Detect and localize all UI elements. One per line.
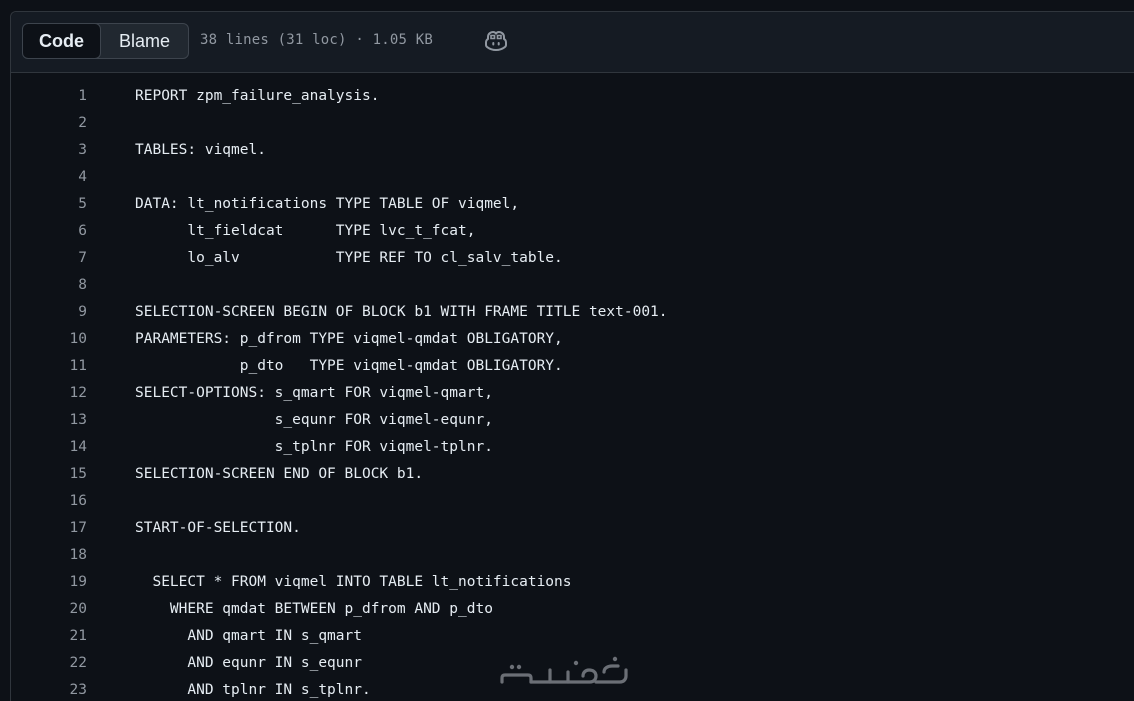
code-line: 16	[11, 488, 1134, 515]
line-number[interactable]: 15	[11, 461, 87, 488]
code-line: 2	[11, 110, 1134, 137]
code-line: 9 SELECTION-SCREEN BEGIN OF BLOCK b1 WITH…	[11, 299, 1134, 326]
line-number[interactable]: 1	[11, 83, 87, 110]
code-line: 7 lo_alv TYPE REF TO cl_salv_table.	[11, 245, 1134, 272]
code-line: 4	[11, 164, 1134, 191]
code-text: REPORT zpm_failure_analysis.	[135, 88, 380, 104]
line-number[interactable]: 6	[11, 218, 87, 245]
code-line: 1 REPORT zpm_failure_analysis.	[11, 83, 1134, 110]
view-mode-toggle: Code Blame	[22, 23, 189, 59]
code-text: SELECT-OPTIONS: s_qmart FOR viqmel-qmart…	[135, 385, 493, 401]
line-number[interactable]: 9	[11, 299, 87, 326]
code-line: 20 WHERE qmdat BETWEEN p_dfrom AND p_dto	[11, 596, 1134, 623]
line-number[interactable]: 8	[11, 272, 87, 299]
line-number[interactable]: 5	[11, 191, 87, 218]
code-text: SELECTION-SCREEN END OF BLOCK b1.	[135, 466, 424, 482]
code-text: AND qmart IN s_qmart	[135, 628, 362, 644]
code-line: 15 SELECTION-SCREEN END OF BLOCK b1.	[11, 461, 1134, 488]
code-line: 17 START-OF-SELECTION.	[11, 515, 1134, 542]
code-line: 14 s_tplnr FOR viqmel-tplnr.	[11, 434, 1134, 461]
code-text: WHERE qmdat BETWEEN p_dfrom AND p_dto	[135, 601, 493, 617]
code-line: 5 DATA: lt_notifications TYPE TABLE OF vi…	[11, 191, 1134, 218]
code-line: 21 AND qmart IN s_qmart	[11, 623, 1134, 650]
copilot-icon[interactable]	[484, 30, 508, 52]
code-text: SELECTION-SCREEN BEGIN OF BLOCK b1 WITH …	[135, 304, 668, 320]
line-number[interactable]: 20	[11, 596, 87, 623]
line-number[interactable]: 22	[11, 650, 87, 677]
line-number[interactable]: 3	[11, 137, 87, 164]
code-line: 13 s_equnr FOR viqmel-equnr,	[11, 407, 1134, 434]
code-line: 11 p_dto TYPE viqmel-qmdat OBLIGATORY.	[11, 353, 1134, 380]
line-number[interactable]: 13	[11, 407, 87, 434]
code-line: 10 PARAMETERS: p_dfrom TYPE viqmel-qmdat …	[11, 326, 1134, 353]
line-number[interactable]: 19	[11, 569, 87, 596]
line-number[interactable]: 18	[11, 542, 87, 569]
code-text: START-OF-SELECTION.	[135, 520, 301, 536]
code-line: 22 AND equnr IN s_equnr	[11, 650, 1134, 677]
line-number[interactable]: 12	[11, 380, 87, 407]
code-line: 19 SELECT * FROM viqmel INTO TABLE lt_no…	[11, 569, 1134, 596]
line-number[interactable]: 11	[11, 353, 87, 380]
line-number[interactable]: 2	[11, 110, 87, 137]
blame-tab-button[interactable]: Blame	[101, 24, 188, 58]
file-toolbar: Code Blame 38 lines (31 loc) · 1.05 KB	[11, 12, 1134, 73]
file-meta-info: 38 lines (31 loc) · 1.05 KB	[200, 32, 433, 48]
code-text: AND tplnr IN s_tplnr.	[135, 682, 371, 698]
code-line: 23 AND tplnr IN s_tplnr.	[11, 677, 1134, 701]
code-line: 3 TABLES: viqmel.	[11, 137, 1134, 164]
code-line: 12 SELECT-OPTIONS: s_qmart FOR viqmel-qma…	[11, 380, 1134, 407]
code-tab-button[interactable]: Code	[23, 24, 101, 58]
code-text: DATA: lt_notifications TYPE TABLE OF viq…	[135, 196, 520, 212]
code-area: 1 REPORT zpm_failure_analysis. 2 3 TABLES: v…	[11, 83, 1134, 701]
code-line: 18	[11, 542, 1134, 569]
line-number[interactable]: 10	[11, 326, 87, 353]
line-number[interactable]: 4	[11, 164, 87, 191]
line-number[interactable]: 16	[11, 488, 87, 515]
code-text: SELECT * FROM viqmel INTO TABLE lt_notif…	[135, 574, 572, 590]
code-text: AND equnr IN s_equnr	[135, 655, 362, 671]
line-number[interactable]: 21	[11, 623, 87, 650]
code-text: lt_fieldcat TYPE lvc_t_fcat,	[135, 223, 476, 239]
line-number[interactable]: 7	[11, 245, 87, 272]
code-text: PARAMETERS: p_dfrom TYPE viqmel-qmdat OB…	[135, 331, 563, 347]
line-number[interactable]: 23	[11, 677, 87, 701]
code-line: 8	[11, 272, 1134, 299]
code-text: TABLES: viqmel.	[135, 142, 266, 158]
code-line: 6 lt_fieldcat TYPE lvc_t_fcat,	[11, 218, 1134, 245]
file-viewer: Code Blame 38 lines (31 loc) · 1.05 KB 1…	[10, 11, 1134, 701]
code-text: s_tplnr FOR viqmel-tplnr.	[135, 439, 493, 455]
line-number[interactable]: 14	[11, 434, 87, 461]
code-text: s_equnr FOR viqmel-equnr,	[135, 412, 493, 428]
code-text: p_dto TYPE viqmel-qmdat OBLIGATORY.	[135, 358, 563, 374]
code-text: lo_alv TYPE REF TO cl_salv_table.	[135, 250, 563, 266]
line-number[interactable]: 17	[11, 515, 87, 542]
